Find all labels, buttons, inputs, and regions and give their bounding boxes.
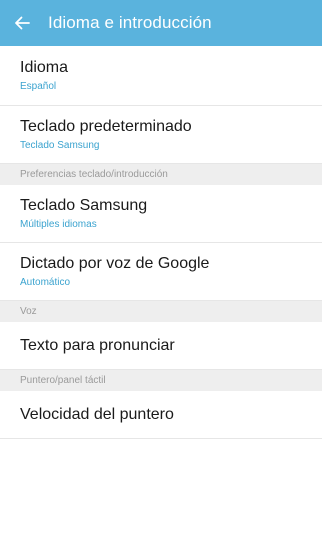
back-button[interactable]: [14, 0, 40, 46]
setting-item-teclado-samsung[interactable]: Teclado Samsung Múltiples idiomas: [0, 185, 322, 243]
setting-item-teclado-predeterminado[interactable]: Teclado predeterminado Teclado Samsung: [0, 106, 322, 164]
app-bar: Idioma e introducción: [0, 0, 322, 46]
setting-value: Múltiples idiomas: [20, 218, 97, 230]
setting-value: Automático: [20, 276, 71, 288]
section-header-voz: Voz: [0, 301, 322, 322]
setting-title: Texto para pronunciar: [20, 336, 175, 354]
setting-title: Teclado Samsung: [20, 196, 148, 214]
setting-item-idioma[interactable]: Idioma Español: [0, 46, 322, 106]
setting-value: Español: [20, 80, 57, 92]
setting-item-texto-pronunciar[interactable]: Texto para pronunciar: [0, 322, 322, 370]
setting-item-velocidad-puntero[interactable]: Velocidad del puntero: [0, 391, 322, 439]
settings-list: Idioma Español Teclado predeterminado Te…: [0, 46, 322, 439]
section-header-preferencias: Preferencias teclado/introducción: [0, 164, 322, 185]
settings-screen: Idioma e introducción Idioma Español Tec…: [0, 0, 322, 555]
setting-title: Velocidad del puntero: [20, 405, 174, 423]
page-title: Idioma e introducción: [48, 13, 212, 32]
setting-title: Idioma: [20, 58, 69, 76]
setting-title: Dictado por voz de Google: [20, 254, 210, 272]
setting-title: Teclado predeterminado: [20, 117, 192, 135]
setting-value: Teclado Samsung: [20, 139, 100, 151]
section-header-puntero: Puntero/panel táctil: [0, 370, 322, 391]
arrow-back-icon: [15, 16, 30, 30]
setting-item-dictado-voz[interactable]: Dictado por voz de Google Automático: [0, 243, 322, 301]
